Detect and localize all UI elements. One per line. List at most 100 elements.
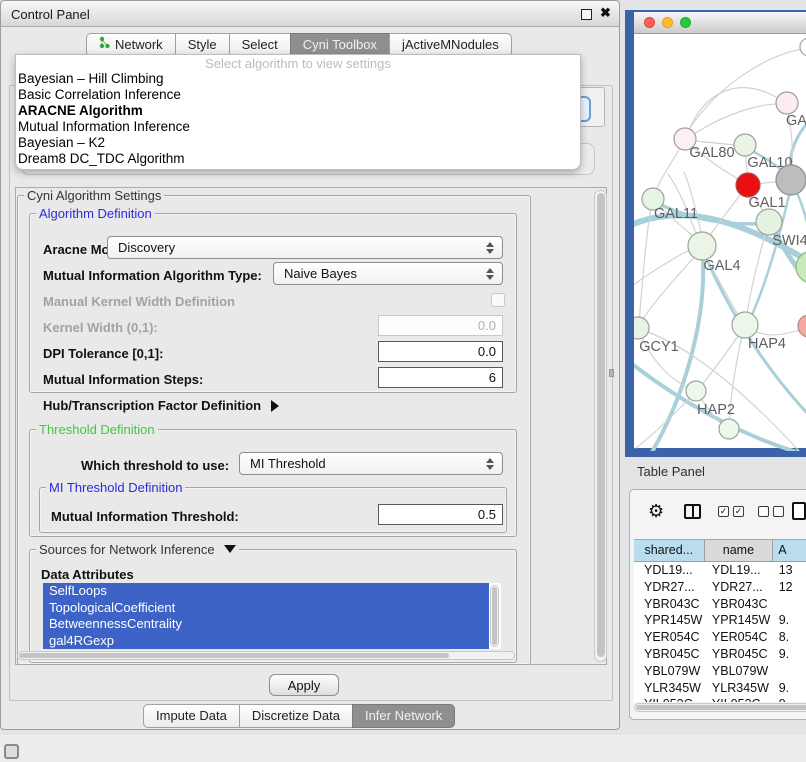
table-cell[interactable] — [774, 596, 806, 613]
algorithm-option[interactable]: Basic Correlation Inference — [16, 87, 580, 103]
algorithm-option[interactable]: Bayesian – Hill Climbing — [16, 71, 580, 87]
attributes-scrollbar[interactable] — [490, 585, 499, 647]
column-header-shared-name[interactable]: shared... — [634, 540, 705, 561]
kernel-width-field[interactable]: 0.0 — [378, 315, 503, 336]
table-cell[interactable]: 13 — [774, 562, 806, 579]
table-cell[interactable]: YBR045C — [705, 646, 774, 663]
table-cell[interactable]: YIL053C — [634, 696, 705, 702]
table-row[interactable]: YBR043CYBR043C — [634, 596, 806, 613]
table-row[interactable]: YER054CYER054C8. — [634, 629, 806, 646]
sources-toggle[interactable]: Sources for Network Inference — [36, 542, 239, 557]
tab-impute-data[interactable]: Impute Data — [143, 704, 240, 728]
table-row[interactable]: YDL19...YDL19...13 — [634, 562, 806, 579]
table-cell[interactable]: 9. — [774, 612, 806, 629]
scrollbar-thumb[interactable] — [492, 587, 497, 645]
close-traffic-light-icon[interactable] — [644, 17, 655, 28]
table-cell[interactable]: 9 — [774, 696, 806, 702]
new-table-icon[interactable] — [792, 502, 806, 520]
network-canvas[interactable]: GALGAL80GAL10GAL1GAL11SWI4GAL4HAP4YGCY1H… — [634, 34, 806, 451]
manual-kernel-checkbox[interactable] — [491, 293, 505, 307]
table-cell[interactable]: YPR145W — [705, 612, 774, 629]
hub-definition-toggle[interactable]: Hub/Transcription Factor Definition — [43, 398, 279, 413]
algorithm-option[interactable]: Bayesian – K2 — [16, 135, 580, 151]
table-cell[interactable]: YER054C — [705, 629, 774, 646]
table-cell[interactable]: YDR27... — [634, 579, 705, 596]
panel-splitter-handle[interactable] — [609, 369, 614, 377]
network-node-gcy1[interactable] — [634, 317, 649, 339]
network-node-y[interactable] — [798, 315, 806, 337]
network-node-gal[interactable] — [776, 92, 798, 114]
algorithm-option[interactable]: Dream8 DC_TDC Algorithm — [16, 151, 580, 167]
table-cell[interactable]: YDL19... — [634, 562, 705, 579]
table-cell[interactable]: YDL19... — [705, 562, 774, 579]
network-window-titlebar[interactable] — [634, 12, 806, 34]
network-node-swi4[interactable] — [756, 209, 782, 235]
table-cell[interactable]: 9. — [774, 680, 806, 697]
table-cell[interactable]: YER054C — [634, 629, 705, 646]
network-node[interactable] — [719, 419, 739, 439]
table-cell[interactable] — [774, 663, 806, 680]
scrollbar-thumb[interactable] — [636, 705, 806, 710]
dpi-tolerance-field[interactable]: 0.0 — [378, 341, 503, 362]
network-node-gal4[interactable] — [688, 232, 716, 260]
table-horizontal-scrollbar[interactable] — [634, 703, 806, 712]
mi-threshold-field[interactable]: 0.5 — [378, 504, 503, 525]
table-cell[interactable]: 8. — [774, 629, 806, 646]
table-cell[interactable]: YBL079W — [705, 663, 774, 680]
network-node-gal10[interactable] — [734, 134, 756, 156]
table-cell[interactable]: YPR145W — [634, 612, 705, 629]
zoom-traffic-light-icon[interactable] — [680, 17, 691, 28]
settings-scrollbar[interactable] — [594, 190, 607, 662]
table-cell[interactable]: 12 — [774, 579, 806, 596]
algorithm-option[interactable]: Mutual Information Inference — [16, 119, 580, 135]
table-cell[interactable]: YBR043C — [634, 596, 705, 613]
minimize-traffic-light-icon[interactable] — [662, 17, 673, 28]
table-cell[interactable]: YBR043C — [705, 596, 774, 613]
algorithm-option[interactable]: ARACNE Algorithm — [16, 103, 580, 119]
table-row[interactable]: YBR045CYBR045C9. — [634, 646, 806, 663]
table-cell[interactable]: YBR045C — [634, 646, 705, 663]
apply-button[interactable]: Apply — [269, 674, 339, 696]
data-attributes-list[interactable]: SelfLoopsTopologicalCoefficientBetweenne… — [43, 583, 501, 649]
columns-icon[interactable] — [684, 504, 701, 519]
table-cell[interactable]: YBL079W — [634, 663, 705, 680]
table-cell[interactable]: YLR345W — [705, 680, 774, 697]
deselect-all-checkboxes-icon[interactable] — [758, 506, 784, 517]
aracne-mode-select[interactable]: Discovery — [107, 236, 503, 259]
mi-type-select[interactable]: Naive Bayes — [273, 262, 503, 285]
sources-horizontal-scrollbar[interactable] — [17, 651, 515, 660]
kernel-width-label: Kernel Width (0,1): — [43, 320, 158, 335]
tab-infer-network[interactable]: Infer Network — [352, 704, 455, 728]
float-window-icon[interactable] — [581, 9, 592, 20]
select-all-checkboxes-icon[interactable]: ✓✓ — [718, 506, 744, 517]
network-node[interactable] — [800, 38, 806, 56]
table-row[interactable]: YLR345WYLR345W9. — [634, 680, 806, 697]
scrollbar-thumb[interactable] — [597, 193, 605, 657]
table-row[interactable]: YBL079WYBL079W — [634, 663, 806, 680]
table-cell[interactable]: YDR27... — [705, 579, 774, 596]
tab-discretize-data[interactable]: Discretize Data — [239, 704, 353, 728]
table-row[interactable]: YPR145WYPR145W9. — [634, 612, 806, 629]
network-node-gal1[interactable] — [736, 173, 760, 197]
network-node[interactable] — [776, 165, 806, 195]
table-cell[interactable]: YLR345W — [634, 680, 705, 697]
column-header-name[interactable]: name — [705, 540, 774, 561]
minimized-panel-icon[interactable] — [4, 744, 19, 759]
mi-steps-field[interactable]: 6 — [378, 367, 503, 388]
network-node-hap2[interactable] — [686, 381, 706, 401]
table-cell[interactable]: YIL053C — [705, 696, 774, 702]
table-row[interactable]: YIL053CYIL053C9 — [634, 696, 806, 702]
data-attribute-item[interactable]: BetweennessCentrality — [43, 616, 489, 633]
close-icon[interactable]: ✖ — [600, 5, 611, 21]
gear-icon[interactable]: ⚙ — [648, 502, 664, 520]
table-cell[interactable]: 9. — [774, 646, 806, 663]
data-attribute-item[interactable]: SelfLoops — [43, 583, 489, 600]
scrollbar-thumb[interactable] — [19, 653, 449, 658]
control-panel-titlebar[interactable]: Control Panel ✖ — [1, 1, 619, 27]
network-node-hap4[interactable] — [732, 312, 758, 338]
data-attribute-item[interactable]: gal4RGexp — [43, 633, 489, 650]
table-row[interactable]: YDR27...YDR27...12 — [634, 579, 806, 596]
column-header-partial[interactable]: A — [773, 540, 806, 561]
which-threshold-select[interactable]: MI Threshold — [239, 452, 503, 475]
data-attribute-item[interactable]: TopologicalCoefficient — [43, 600, 489, 617]
